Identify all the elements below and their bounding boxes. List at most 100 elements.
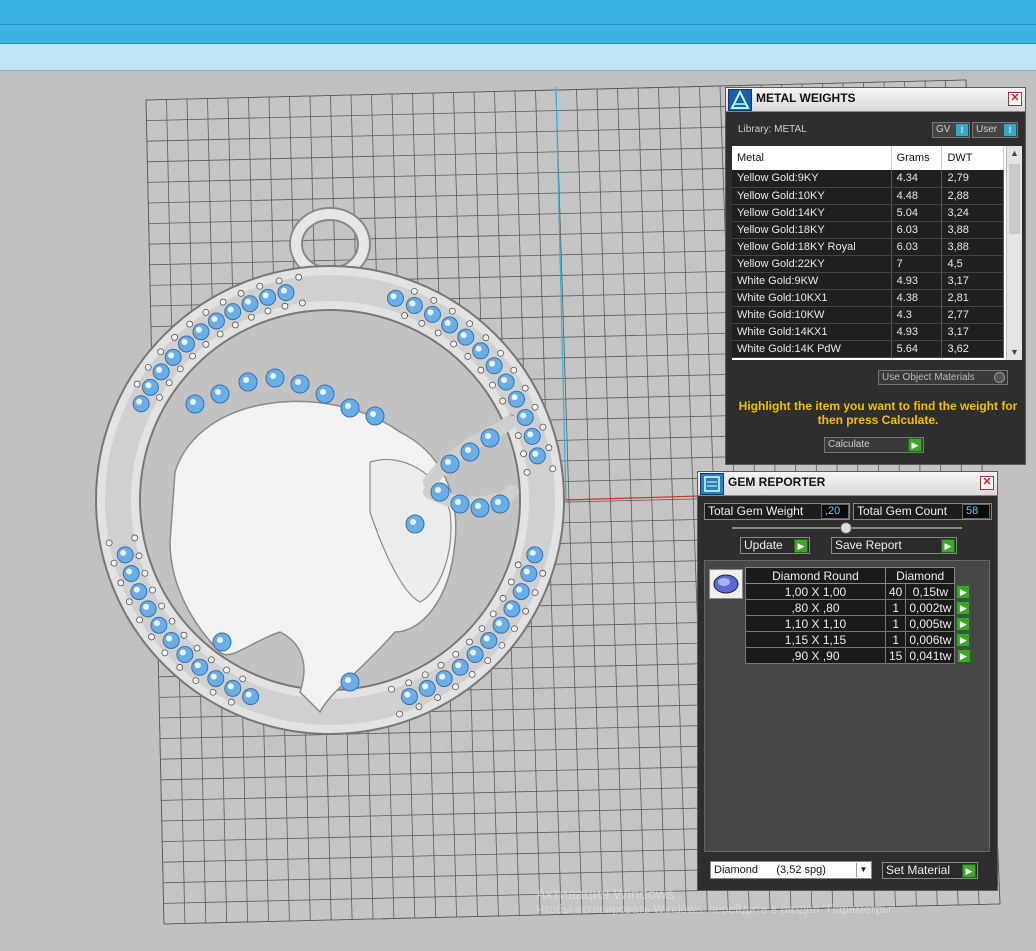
metal-column-header[interactable]: Metal: [732, 146, 892, 170]
gem-weight: 0,002tw: [905, 599, 956, 616]
metal-column-header[interactable]: DWT: [941, 146, 1004, 170]
metal-row[interactable]: Yellow Gold:18KY 6.03 3,88: [732, 221, 1004, 239]
metal-dwt: 4,5: [941, 255, 1004, 273]
play-arrow-icon: ▶: [962, 864, 976, 878]
play-arrow-icon: ▶: [956, 616, 971, 631]
gem-count: 1: [884, 599, 907, 616]
select-gem-button[interactable]: ▶: [955, 616, 971, 632]
user-toggle-label: User: [976, 124, 998, 135]
gem-report-list[interactable]: Diamond Round Diamond 1,00 X 1,00 40 0,15t…: [704, 560, 990, 852]
play-arrow-icon: ▶: [956, 632, 971, 647]
metal-row[interactable]: Yellow Gold:10KY 4.48 2,88: [732, 187, 1004, 205]
library-label: Library: METAL: [738, 124, 807, 135]
close-icon[interactable]: ✕: [980, 476, 994, 490]
metal-row[interactable]: Yellow Gold:18KY Royal 6.03 3,88: [732, 238, 1004, 256]
toggle-knob-icon: I: [1004, 124, 1016, 136]
scroll-thumb[interactable]: [1009, 164, 1020, 234]
select-gem-button[interactable]: ▶: [955, 632, 971, 648]
play-arrow-icon: ▶: [956, 584, 971, 599]
calculate-button[interactable]: Calculate ▶: [824, 437, 924, 453]
toggle-knob-icon: I: [956, 124, 968, 136]
gem-type-header: Diamond: [884, 567, 956, 584]
metal-row[interactable]: White Gold:10KW 4.3 2,77: [732, 306, 1004, 324]
metal-list-scrollbar[interactable]: ▲ ▼: [1006, 146, 1022, 360]
total-gem-weight-field: Total Gem Weight ,20: [704, 503, 850, 520]
select-gem-button[interactable]: ▶: [955, 584, 971, 600]
metal-dwt: 2,77: [941, 306, 1004, 324]
update-button[interactable]: Update ▶: [740, 537, 810, 554]
metal-name: Yellow Gold:22KY: [732, 255, 892, 273]
metal-row[interactable]: White Gold:9KW 4.93 3,17: [732, 272, 1004, 290]
radio-icon: [994, 372, 1005, 383]
set-material-label: Set Material: [886, 863, 951, 877]
metal-weights-title: METAL WEIGHTS: [756, 91, 856, 105]
select-gem-button[interactable]: ▶: [955, 648, 971, 664]
gem-count: 1: [884, 615, 907, 632]
metal-row[interactable]: Yellow Gold:22KY 7 4,5: [732, 255, 1004, 273]
metal-grams: 4.34: [891, 170, 943, 188]
metal-name: White Gold:14K PdW: [732, 340, 892, 358]
gem-size: 1,15 X 1,15: [745, 631, 886, 648]
metal-column-header[interactable]: Grams: [891, 146, 943, 170]
metal-weights-titlebar[interactable]: METAL WEIGHTS ✕: [726, 88, 1025, 112]
metal-row[interactable]: White Gold:14K PdW 5.64 3,62: [732, 340, 1004, 358]
save-report-button[interactable]: Save Report ▶: [831, 537, 957, 554]
gem-row[interactable]: ,80 X ,80 1 0,002tw ▶: [745, 599, 971, 616]
select-gem-button[interactable]: ▶: [955, 600, 971, 616]
gem-weight: 0,005tw: [905, 615, 956, 632]
metal-name: White Gold:14KX1: [732, 323, 892, 341]
round-diamond-icon: [709, 569, 743, 599]
gem-weight: 0,041tw: [905, 647, 956, 664]
use-object-materials-label: Use Object Materials: [882, 372, 975, 383]
gem-row[interactable]: 1,10 X 1,10 1 0,005tw ▶: [745, 615, 971, 632]
metal-dwt: 3,88: [941, 221, 1004, 239]
scroll-up-icon[interactable]: ▲: [1007, 146, 1022, 161]
close-icon[interactable]: ✕: [1008, 92, 1022, 106]
metal-row[interactable]: Yellow Gold:9KY 4.34 2,79: [732, 170, 1004, 188]
windows-activation-watermark: Активация Windows Чтобы активировать Win…: [536, 887, 899, 916]
gv-toggle[interactable]: I GV: [932, 122, 970, 138]
metal-name: Yellow Gold:9KY: [732, 170, 892, 188]
metal-name: White Gold:10KX1: [732, 289, 892, 307]
metal-weights-app-icon: [728, 89, 752, 111]
metal-grams: 4.38: [891, 289, 943, 307]
gem-reporter-titlebar[interactable]: GEM REPORTER ✕: [698, 472, 997, 496]
watermark-line-2: Чтобы активировать Windows, перейдите в …: [536, 902, 899, 916]
gem-row[interactable]: 1,15 X 1,15 1 0,006tw ▶: [745, 631, 971, 648]
use-object-materials-toggle[interactable]: Use Object Materials: [878, 370, 1008, 385]
metal-row[interactable]: White Gold:10KX1 4.38 2,81: [732, 289, 1004, 307]
gem-count: 40: [884, 583, 907, 600]
user-toggle[interactable]: I User: [972, 122, 1018, 138]
gv-toggle-label: GV: [936, 124, 951, 135]
slider-knob[interactable]: [840, 522, 852, 534]
save-report-label: Save Report: [835, 538, 902, 552]
total-gem-count-label: Total Gem Count: [857, 504, 948, 518]
play-arrow-icon: ▶: [956, 600, 971, 615]
set-material-button[interactable]: Set Material ▶: [882, 862, 978, 879]
metal-row[interactable]: White Gold:14KX1 4.93 3,17: [732, 323, 1004, 341]
material-select[interactable]: Diamond (3,52 spg) ▼: [710, 861, 872, 879]
metal-grams: 5.04: [891, 204, 943, 222]
material-select-value: Diamond (3,52 spg): [714, 864, 826, 876]
gem-reporter-title: GEM REPORTER: [728, 475, 826, 489]
play-arrow-icon: ▶: [941, 539, 955, 553]
toolbar-strip: [0, 44, 1036, 71]
total-gem-count-value: 58: [962, 504, 990, 519]
scroll-down-icon[interactable]: ▼: [1007, 345, 1022, 360]
calculate-hint: Highlight the item you want to find the …: [738, 399, 1018, 427]
metal-grams: 4.48: [891, 187, 943, 205]
update-label: Update: [744, 538, 783, 552]
total-gem-weight-value: ,20: [821, 504, 849, 519]
metal-list[interactable]: Metal Grams DWT Yellow Gold:9KY 4.34 2,79 Yel…: [732, 146, 1022, 360]
metal-row[interactable]: Yellow Gold:14KY 5.04 3,24: [732, 204, 1004, 222]
gem-row[interactable]: ,90 X ,90 15 0,041tw ▶: [745, 647, 971, 664]
gem-size: ,80 X ,80: [745, 599, 886, 616]
metal-weights-panel: METAL WEIGHTS ✕ Library: METAL I GV I User…: [725, 87, 1026, 465]
gem-size-slider[interactable]: [732, 522, 962, 534]
metal-name: Yellow Gold:10KY: [732, 187, 892, 205]
metal-name: White Gold:9KW: [732, 272, 892, 290]
metal-grams: 6.03: [891, 238, 943, 256]
gem-size: ,90 X ,90: [745, 647, 886, 664]
metal-dwt: 3,62: [941, 340, 1004, 358]
gem-row[interactable]: 1,00 X 1,00 40 0,15tw ▶: [745, 583, 971, 600]
